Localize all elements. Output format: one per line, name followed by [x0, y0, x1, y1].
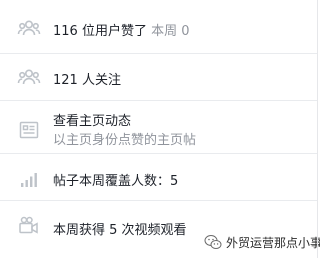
signal-bars-icon — [17, 166, 41, 190]
video-views-text: 本周获得 5 次视频观看 — [53, 223, 187, 238]
likes-count: 116 位用户赞了 — [53, 24, 147, 39]
reach-row[interactable]: 帖子本周覆盖人数：5 — [0, 154, 317, 200]
news-feed-icon — [17, 118, 41, 142]
page-activity-subtitle: 以主页身份点赞的主页帖 — [53, 133, 197, 148]
page-insights-panel: 116 位用户赞了 本周 0 121 人关注 查看主页动态 以主页身份点赞的主页… — [0, 0, 320, 258]
people-icon — [17, 65, 41, 89]
likes-text: 116 位用户赞了 本周 0 — [53, 20, 190, 39]
page-activity-title: 查看主页动态 — [53, 114, 132, 129]
wechat-logo-icon — [204, 234, 222, 250]
video-camera-icon — [17, 214, 41, 238]
likes-this-week: 本周 0 — [151, 24, 190, 39]
watermark-text: 外贸运营那点小事 — [226, 235, 320, 250]
page-activity-row[interactable]: 查看主页动态 以主页身份点赞的主页帖 — [0, 101, 317, 153]
watermark: 外贸运营那点小事 — [204, 232, 320, 252]
likes-row[interactable]: 116 位用户赞了 本周 0 — [0, 0, 317, 46]
followers-row[interactable]: 121 人关注 — [0, 54, 317, 100]
followers-text: 121 人关注 — [53, 73, 121, 88]
reach-text: 帖子本周覆盖人数：5 — [53, 174, 179, 189]
panel-border — [317, 0, 318, 258]
people-icon — [17, 16, 41, 40]
